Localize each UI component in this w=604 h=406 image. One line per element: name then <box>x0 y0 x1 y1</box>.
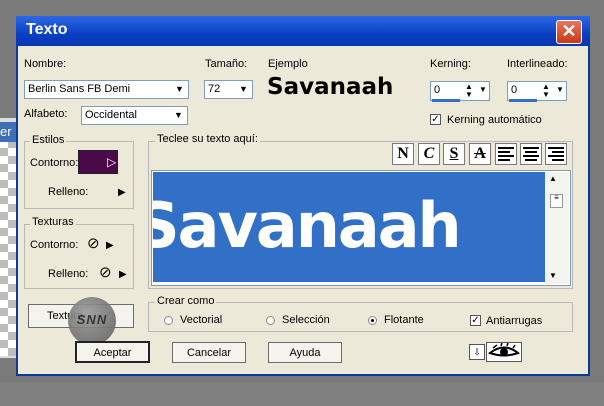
antialias-label: Antiarrugas <box>486 315 543 327</box>
italic-button[interactable]: C <box>418 143 440 165</box>
align-left-icon <box>498 147 514 161</box>
kerning-auto-label: Kerning automático <box>447 114 542 126</box>
align-right-icon <box>548 147 564 161</box>
watermark-text: SNN <box>76 312 108 327</box>
alphabet-value: Occidental <box>85 109 137 121</box>
scroll-down-icon[interactable]: ▼ <box>549 271 557 280</box>
close-icon: ✕ <box>561 21 577 41</box>
chevron-down-icon[interactable]: ▼ <box>172 82 187 97</box>
align-center-icon <box>523 147 539 161</box>
check-icon: ✓ <box>431 114 440 125</box>
scroll-thumb[interactable]: ≡ <box>550 194 563 208</box>
font-name-label: Nombre: <box>24 58 67 70</box>
sample-label: Ejemplo <box>268 58 308 70</box>
kerning-auto-checkbox[interactable]: ✓ <box>430 114 441 125</box>
text-selection[interactable]: Savanaah <box>153 172 545 282</box>
styles-fill-label: Relleno: <box>48 186 89 198</box>
background-bottom-area <box>0 382 604 406</box>
kerning-spinbox[interactable]: 0 ▲ ▼ ▼ <box>430 81 490 101</box>
alphabet-select[interactable]: Occidental ▼ <box>81 106 188 125</box>
cancel-button[interactable]: Cancelar <box>172 342 246 363</box>
kerning-value: 0 <box>434 84 441 96</box>
text-input-content: Savanaah <box>153 189 462 262</box>
size-label: Tamaño: <box>205 58 248 70</box>
radio-vector[interactable] <box>164 316 173 325</box>
texture-fill-arrow-icon[interactable]: ▶ <box>119 269 127 280</box>
arrow-down-icon: ⇩ <box>473 347 481 357</box>
strikethrough-button[interactable]: A <box>469 143 491 165</box>
font-name-select[interactable]: Berlin Sans FB Demi ▼ <box>24 80 189 99</box>
cursor-icon: ▷ <box>107 155 117 169</box>
outline-color-swatch[interactable]: ▷ <box>78 150 118 174</box>
preview-arrow-button[interactable]: ⇩ <box>469 344 485 360</box>
watermark-badge: SNN <box>68 297 116 345</box>
align-center-button[interactable] <box>520 143 542 165</box>
dropdown-arrow-icon[interactable]: ▼ <box>556 85 564 94</box>
bold-button[interactable]: N <box>392 143 414 165</box>
leading-slider-bar[interactable] <box>509 99 537 102</box>
text-entry-legend: Teclee su texto aquí: <box>155 133 260 145</box>
underline-button[interactable]: S <box>443 143 465 165</box>
background-transparency-grid <box>0 140 16 356</box>
size-value: 72 <box>208 83 221 95</box>
chevron-down-icon[interactable]: ▼ <box>236 82 251 97</box>
no-texture-icon[interactable]: ⊘ <box>87 234 100 252</box>
close-button[interactable]: ✕ <box>556 20 582 44</box>
dialog-title: Texto <box>26 21 68 38</box>
styles-legend: Estilos <box>30 134 67 146</box>
radio-floating[interactable] <box>368 316 377 325</box>
leading-label: Interlineado: <box>507 58 568 70</box>
radio-selected-dot <box>371 319 374 322</box>
textures-outline-label: Contorno: <box>30 239 79 251</box>
accept-button[interactable]: Aceptar <box>75 341 150 363</box>
styles-outline-label: Contorno: <box>30 157 79 169</box>
help-button[interactable]: Ayuda <box>268 342 342 363</box>
kerning-slider-bar[interactable] <box>432 99 460 102</box>
radio-selection[interactable] <box>266 316 275 325</box>
preview-toggle-button[interactable] <box>486 342 522 362</box>
size-select[interactable]: 72 ▼ <box>204 80 253 99</box>
dropdown-arrow-icon[interactable]: ▼ <box>479 85 487 94</box>
textures-legend: Texturas <box>30 216 76 228</box>
alphabet-label: Alfabeto: <box>24 108 68 120</box>
background-tab-label: er <box>0 124 12 139</box>
textures-fill-label: Relleno: <box>48 268 89 280</box>
leading-spinbox[interactable]: 0 ▲ ▼ ▼ <box>507 81 567 101</box>
text-scrollbar[interactable]: ▲ ≡ ▼ <box>545 172 569 284</box>
spin-arrows-icon[interactable]: ▲ ▼ <box>465 83 473 99</box>
spin-arrows-icon[interactable]: ▲ ▼ <box>542 83 550 99</box>
sample-preview: Savanaah <box>267 74 394 100</box>
leading-value: 0 <box>511 84 518 96</box>
eye-icon <box>487 342 521 357</box>
radio-selection-label: Selección <box>282 314 330 326</box>
fill-arrow-icon[interactable]: ▶ <box>118 187 126 198</box>
scroll-up-icon[interactable]: ▲ <box>549 174 557 183</box>
align-right-button[interactable] <box>545 143 567 165</box>
create-as-legend: Crear como <box>155 295 217 307</box>
font-name-value: Berlin Sans FB Demi <box>28 83 131 95</box>
kerning-label: Kerning: <box>430 58 471 70</box>
radio-vector-label: Vectorial <box>180 314 223 326</box>
texture-outline-arrow-icon[interactable]: ▶ <box>106 240 114 251</box>
check-icon: ✓ <box>471 315 480 326</box>
antialias-checkbox[interactable]: ✓ <box>470 315 481 326</box>
no-texture-icon[interactable]: ⊘ <box>99 263 112 281</box>
radio-floating-label: Flotante <box>384 314 424 326</box>
chevron-down-icon[interactable]: ▼ <box>171 108 186 123</box>
align-left-button[interactable] <box>495 143 517 165</box>
title-bar[interactable] <box>16 16 590 46</box>
